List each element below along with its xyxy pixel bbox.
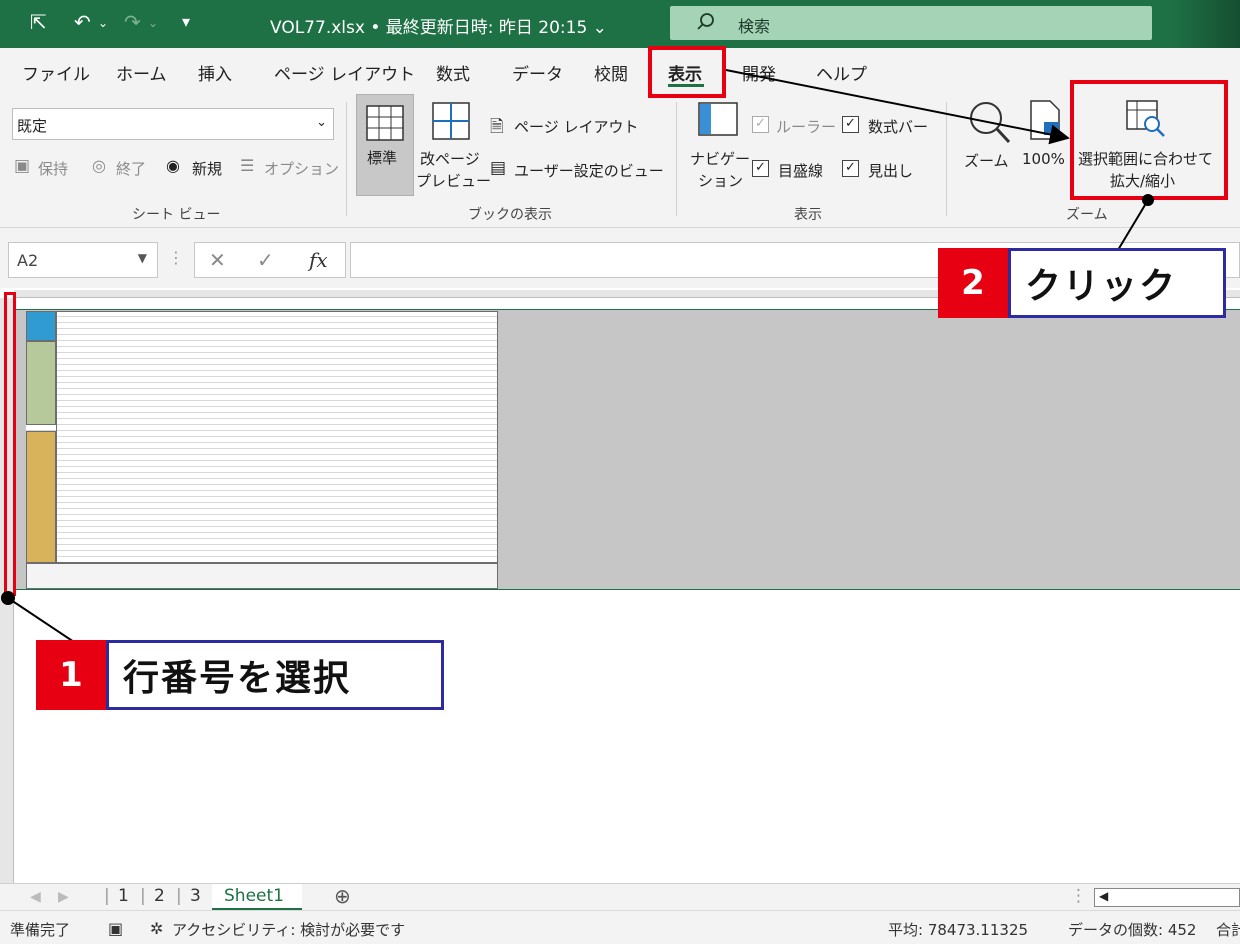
callout-1-dot xyxy=(1,591,15,605)
callout-step-1-text: 行番号を選択 xyxy=(106,640,444,710)
annotation-arrows xyxy=(1,69,1154,643)
callout-step-2-text: クリック xyxy=(1008,248,1226,318)
callout-step-1: 1 行番号を選択 xyxy=(36,640,444,710)
arrow-to-zoom-selection xyxy=(725,69,1070,145)
callout-step-2: 2 クリック xyxy=(938,248,1226,318)
callout-step-2-number: 2 xyxy=(938,248,1008,318)
callout-step-1-number: 1 xyxy=(36,640,106,710)
callout-2-dot xyxy=(1142,194,1154,206)
callout-1-leader xyxy=(7,597,75,643)
callout-2-leader xyxy=(1117,199,1149,251)
